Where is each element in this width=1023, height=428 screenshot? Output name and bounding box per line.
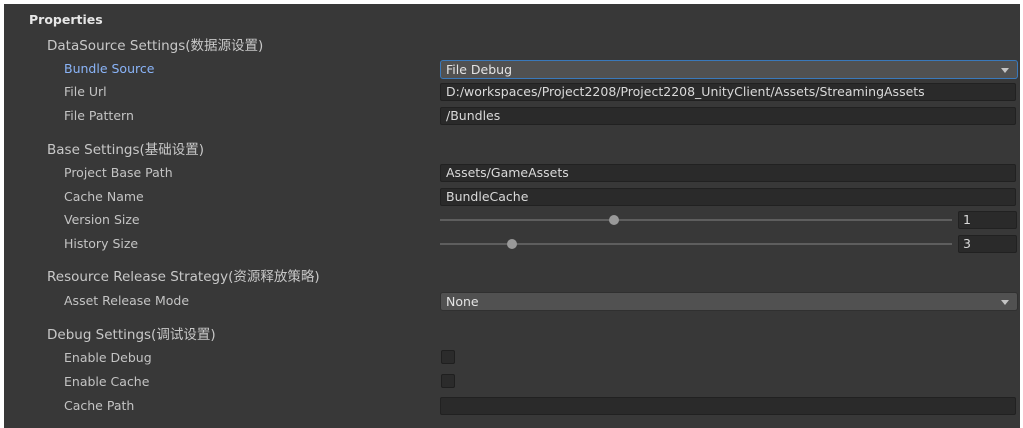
properties-header-row: Properties [4,9,1020,31]
project-base-path-field[interactable]: Assets/GameAssets [440,164,1016,182]
section-release-title: Resource Release Strategy(资源释放策略) [47,269,320,285]
file-pattern-field[interactable]: /Bundles [440,107,1016,125]
chevron-down-icon [1001,300,1009,305]
project-base-path-label: Project Base Path [64,165,173,180]
cache-name-label: Cache Name [64,189,144,204]
bundle-source-dropdown[interactable]: File Debug [440,60,1018,79]
asset-release-mode-value: None [446,294,479,309]
version-size-field[interactable]: 1 [958,211,1017,229]
version-size-label: Version Size [64,212,140,227]
asset-release-mode-dropdown[interactable]: None [440,292,1018,311]
cache-name-row: Cache Name BundleCache [4,186,1020,208]
section-datasource[interactable]: DataSource Settings(数据源设置) [4,35,1020,57]
file-url-row: File Url D:/workspaces/Project2208/Proje… [4,81,1020,103]
section-debug-title: Debug Settings(调试设置) [47,327,216,343]
version-size-row: Version Size 1 [4,209,1020,231]
enable-cache-checkbox[interactable] [441,374,455,388]
cache-path-field[interactable] [440,397,1016,415]
enable-debug-label: Enable Debug [64,350,152,365]
asset-release-mode-label: Asset Release Mode [64,293,190,308]
section-base[interactable]: Base Settings(基础设置) [4,139,1020,161]
file-pattern-label: File Pattern [64,108,134,123]
enable-cache-row: Enable Cache [4,371,1020,393]
cache-path-row: Cache Path [4,395,1020,417]
section-release[interactable]: Resource Release Strategy(资源释放策略) [4,266,1020,288]
cache-name-field[interactable]: BundleCache [440,188,1016,206]
version-size-slider[interactable] [440,219,952,221]
section-debug[interactable]: Debug Settings(调试设置) [4,324,1020,346]
chevron-down-icon [1001,68,1009,73]
enable-cache-label: Enable Cache [64,374,150,389]
enable-debug-checkbox[interactable] [441,350,455,364]
project-base-path-row: Project Base Path Assets/GameAssets [4,162,1020,184]
history-size-field[interactable]: 3 [958,235,1017,253]
asset-release-mode-row: Asset Release Mode None [4,290,1020,312]
properties-title: Properties [29,12,103,27]
history-size-slider[interactable] [440,243,952,245]
bundle-source-label: Bundle Source [64,61,155,76]
section-datasource-title: DataSource Settings(数据源设置) [47,38,264,54]
file-pattern-row: File Pattern /Bundles [4,105,1020,127]
history-size-label: History Size [64,236,139,251]
file-url-field[interactable]: D:/workspaces/Project2208/Project2208_Un… [440,83,1016,101]
bundle-source-row: Bundle Source File Debug [4,58,1020,80]
version-size-slider-thumb[interactable] [609,215,620,225]
enable-debug-row: Enable Debug [4,347,1020,369]
section-base-title: Base Settings(基础设置) [47,142,205,158]
inspector-panel: Properties DataSource Settings(数据源设置) Bu… [4,4,1020,428]
cache-path-label: Cache Path [64,398,135,413]
file-url-label: File Url [64,84,107,99]
bundle-source-value: File Debug [446,62,512,77]
history-size-slider-thumb[interactable] [506,239,517,249]
history-size-row: History Size 3 [4,233,1020,255]
